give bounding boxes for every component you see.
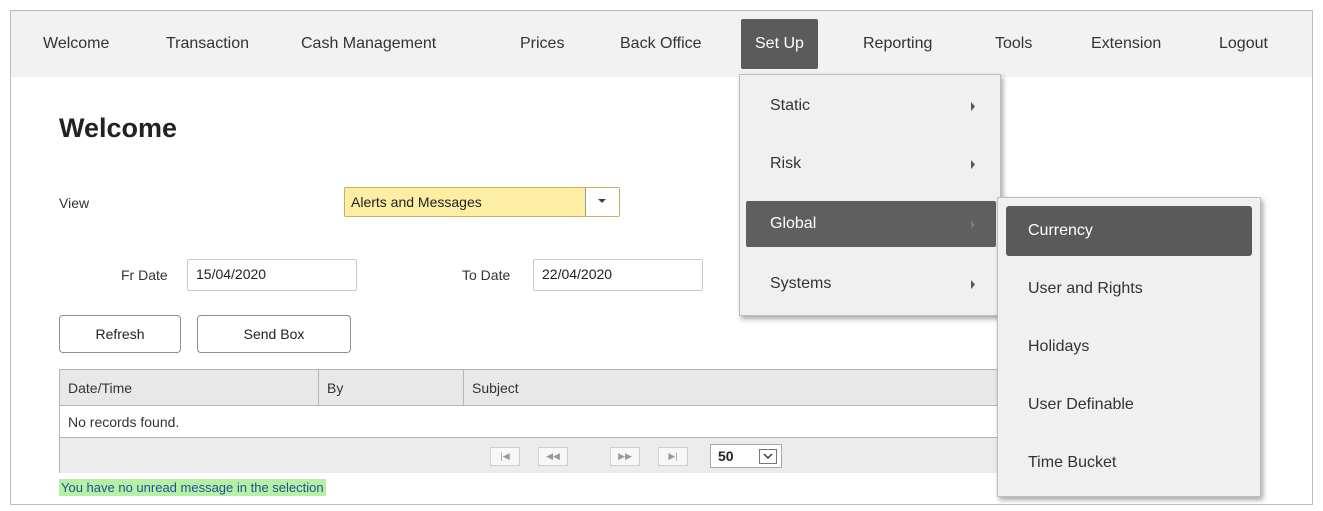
menu-prices[interactable]: Prices [520,11,564,77]
view-select-toggle[interactable] [585,188,619,216]
view-select[interactable]: Alerts and Messages [344,187,620,217]
global-submenu: Currency User and Rights Holidays User D… [997,197,1261,497]
setup-dropdown-menu: Static Risk Global Systems [739,74,1001,316]
empty-records-text: No records found. [68,414,180,430]
chevron-right-icon [971,280,975,289]
submenu-user-definable[interactable]: User Definable [1006,380,1252,430]
menu-welcome[interactable]: Welcome [43,11,109,77]
setup-menu-static-label: Static [770,97,811,114]
page-size-toggle[interactable] [759,449,777,464]
setup-menu-risk-label: Risk [770,155,802,172]
chevron-right-icon [971,160,975,169]
setup-menu-risk[interactable]: Risk [746,141,996,187]
last-page-button[interactable]: ▶| [658,447,688,466]
first-page-button[interactable]: |◀ [490,447,520,466]
column-header-by[interactable]: By [318,370,463,406]
setup-menu-systems[interactable]: Systems [746,261,996,307]
top-menu-bar: Welcome Transaction Cash Management Pric… [11,11,1312,77]
to-date-label: To Date [462,267,511,283]
submenu-currency[interactable]: Currency [1006,206,1252,256]
menu-logout[interactable]: Logout [1219,11,1268,77]
menu-cash-management[interactable]: Cash Management [301,11,436,77]
grid-pager: |◀ ◀◀ ▶▶ ▶| 50 [60,438,1018,473]
chevron-down-icon [763,453,773,459]
fr-date-input[interactable]: 15/04/2020 [187,259,357,291]
submenu-time-bucket[interactable]: Time Bucket [1006,438,1252,488]
menu-reporting[interactable]: Reporting [863,11,932,77]
messages-grid: Date/Time By Subject No records found. |… [59,369,1019,473]
submenu-user-and-rights[interactable]: User and Rights [1006,264,1252,314]
grid-body: No records found. [60,406,1018,438]
next-page-button[interactable]: ▶▶ [610,447,640,466]
setup-menu-global[interactable]: Global [746,201,996,247]
refresh-button[interactable]: Refresh [59,315,181,353]
chevron-right-icon [971,102,975,111]
chevron-right-icon [971,220,975,229]
setup-menu-global-label: Global [770,215,817,232]
grid-header: Date/Time By Subject [60,370,1018,406]
view-select-value: Alerts and Messages [351,194,482,210]
page-size-select[interactable]: 50 [710,444,782,468]
menu-transaction[interactable]: Transaction [166,11,249,77]
menu-back-office[interactable]: Back Office [620,11,702,77]
column-header-subject[interactable]: Subject [463,370,1018,406]
setup-menu-static[interactable]: Static [746,83,996,129]
send-box-button[interactable]: Send Box [197,315,351,353]
prev-page-button[interactable]: ◀◀ [538,447,568,466]
fr-date-label: Fr Date [121,267,168,283]
page-title: Welcome [59,113,178,143]
caret-down-icon [598,199,606,203]
setup-menu-systems-label: Systems [770,275,832,292]
menu-tools[interactable]: Tools [995,11,1032,77]
menu-set-up[interactable]: Set Up [741,19,818,69]
menu-extension[interactable]: Extension [1091,11,1161,77]
column-header-datetime[interactable]: Date/Time [60,370,318,406]
to-date-input[interactable]: 22/04/2020 [533,259,703,291]
status-message: You have no unread message in the select… [59,479,326,496]
submenu-holidays[interactable]: Holidays [1006,322,1252,372]
app-frame: Welcome Transaction Cash Management Pric… [10,10,1313,505]
page-size-value: 50 [718,448,734,464]
view-label: View [59,195,90,211]
